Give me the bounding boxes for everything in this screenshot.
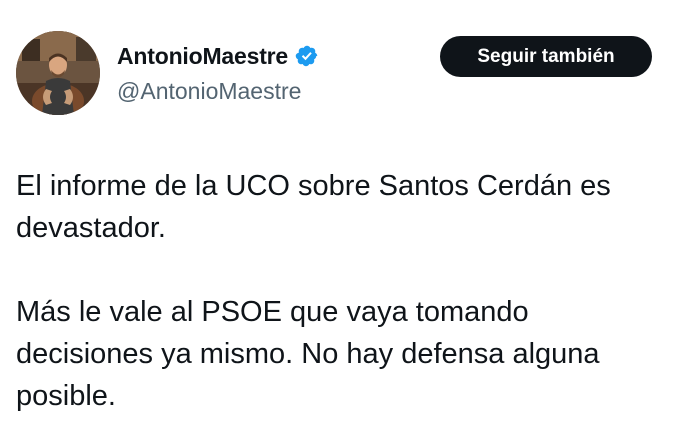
tweet-paragraph: El informe de la UCO sobre Santos Cerdán… [16,170,611,244]
avatar-photo [16,31,100,115]
tweet-paragraph: Más le vale al PSOE que vaya tomando dec… [16,296,600,412]
avatar[interactable] [16,31,100,115]
verified-badge-icon[interactable] [295,44,319,68]
tweet-text: El informe de la UCO sobre Santos Cerdán… [16,165,666,417]
author-display-name[interactable]: AntonioMaestre [117,43,288,70]
tweet-card: AntonioMaestre @AntonioMaestre Seguir ta… [0,0,680,447]
author-name-row: AntonioMaestre [117,41,319,71]
follow-button[interactable]: Seguir también [440,36,652,77]
author-handle[interactable]: @AntonioMaestre [117,78,301,105]
